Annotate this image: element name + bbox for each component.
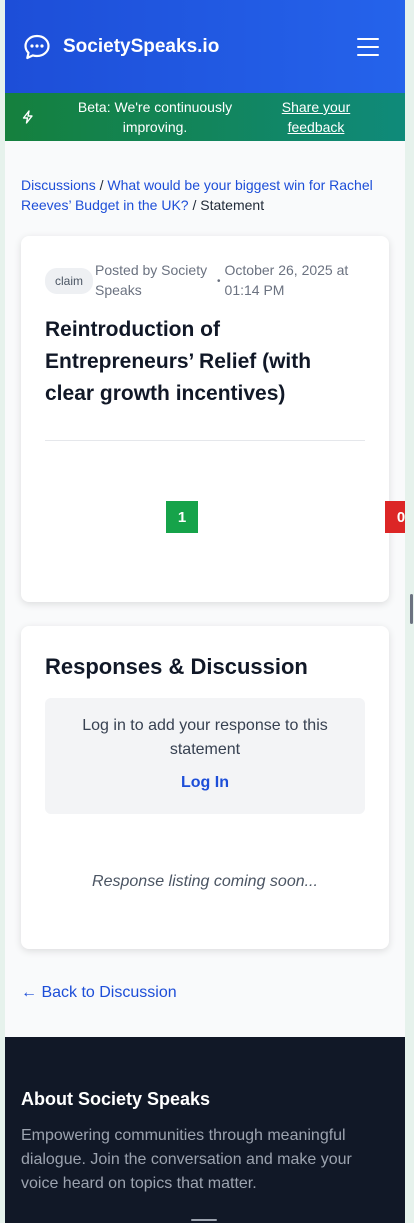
- breadcrumb-separator: /: [192, 197, 197, 213]
- bottom-handle[interactable]: [191, 1219, 217, 1221]
- breadcrumb-separator: /: [99, 177, 104, 193]
- back-to-discussion-link[interactable]: ← Back to Discussion: [21, 984, 177, 1002]
- breadcrumb-discussions[interactable]: Discussions: [21, 177, 96, 193]
- footer-text: Empowering communities through meaningfu…: [21, 1127, 352, 1192]
- breadcrumb: Discussions / What would be your biggest…: [5, 141, 405, 215]
- coming-soon-text: Response listing coming soon...: [92, 873, 318, 890]
- breadcrumb-current: Statement: [200, 197, 265, 213]
- lightning-bolt-icon: [22, 110, 33, 124]
- navbar: SocietySpeaks.io: [5, 0, 405, 93]
- chat-bubble-icon[interactable]: [23, 33, 51, 61]
- meta-separator: •: [217, 276, 221, 287]
- login-prompt-box: Log in to add your response to this stat…: [45, 698, 365, 814]
- divider: [45, 440, 365, 441]
- statement-title: Reintroduction of Entrepreneurs’ Relief …: [45, 318, 312, 405]
- responses-card: Responses & Discussion Log in to add you…: [21, 626, 389, 949]
- footer: About Society Speaks Empowering communit…: [5, 1037, 405, 1223]
- hamburger-menu-icon[interactable]: [357, 37, 379, 56]
- disagree-count-button[interactable]: 0: [385, 501, 405, 533]
- beta-text: Beta: We're continuously improving.: [77, 99, 233, 135]
- statement-card: claim Posted by Society Speaks • October…: [21, 236, 405, 602]
- statement-meta: claim Posted by Society Speaks • October…: [45, 260, 365, 300]
- agree-count-button[interactable]: 1: [166, 501, 198, 533]
- feedback-link[interactable]: Share your feedback: [275, 97, 357, 137]
- scrollbar-thumb[interactable]: [410, 594, 413, 624]
- beta-banner: Beta: We're continuously improving. Shar…: [5, 93, 405, 141]
- login-link[interactable]: Log In: [181, 774, 229, 792]
- footer-title: About Society Speaks: [21, 1089, 211, 1109]
- posted-by: Posted by Society Speaks: [95, 262, 208, 298]
- login-prompt-text: Log in to add your response to this stat…: [82, 717, 328, 758]
- responses-title: Responses & Discussion: [45, 654, 308, 679]
- brand-name[interactable]: SocietySpeaks.io: [63, 36, 357, 58]
- page: SocietySpeaks.io Beta: We're continuousl…: [5, 0, 405, 1223]
- posted-date: October 26, 2025 at 01:14 PM: [224, 262, 349, 298]
- statement-type-badge: claim: [45, 268, 94, 294]
